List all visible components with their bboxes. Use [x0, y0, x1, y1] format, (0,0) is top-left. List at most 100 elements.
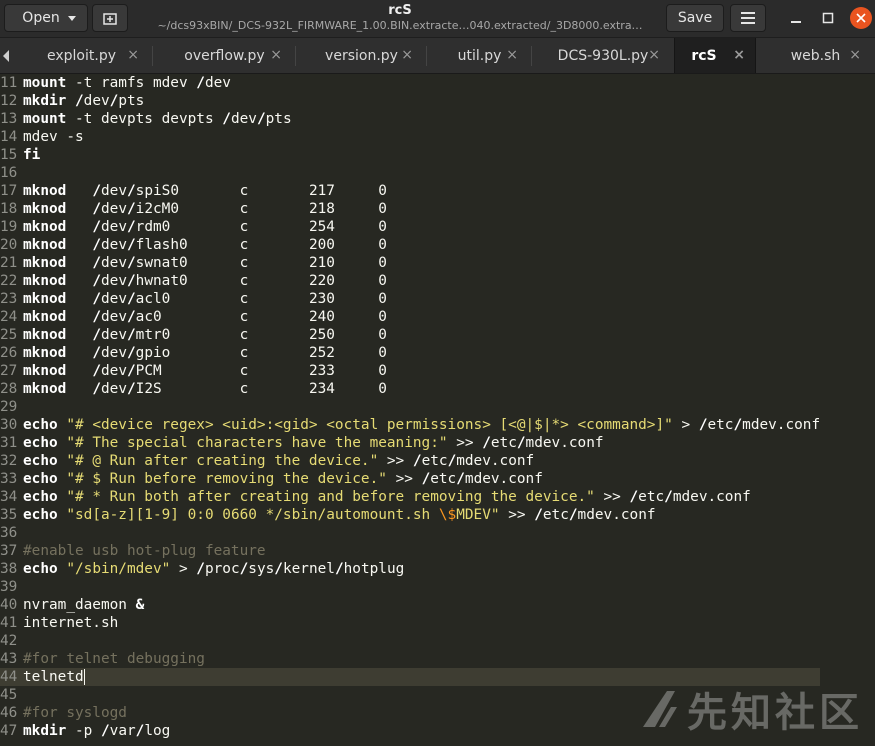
operator-token: /	[334, 561, 344, 577]
code-token: mdev.conf	[456, 453, 535, 469]
keyword-token: echo	[23, 561, 58, 577]
string-token: "# <device regex> <uid>:<gid> <octal per…	[66, 417, 673, 433]
code-line[interactable]: 47 mkdir -p /var/log	[0, 722, 820, 740]
code-line[interactable]: 41 internet.sh	[0, 614, 820, 632]
code-line[interactable]: 18 mknod /dev/i2cM0 c 218 0	[0, 200, 820, 218]
code-line[interactable]: 21 mknod /dev/swnat0 c 210 0	[0, 254, 820, 272]
code-line[interactable]: 39	[0, 578, 820, 596]
maximize-button[interactable]	[815, 6, 841, 30]
code-line[interactable]: 25 mknod /dev/mtr0 c 250 0	[0, 326, 820, 344]
code-token: >	[170, 561, 197, 577]
close-window-button[interactable]	[848, 6, 874, 30]
tab-close-icon[interactable]: ×	[849, 47, 861, 63]
code-line[interactable]: 43 #for telnet debugging	[0, 650, 820, 668]
new-tab-icon	[103, 13, 117, 25]
code-editor[interactable]: 11 mount -t ramfs mdev /dev 12 mkdir /dev/p…	[0, 74, 875, 746]
code-line[interactable]: 38 echo "/sbin/mdev" > /proc/sys/kernel/h…	[0, 560, 820, 578]
menu-button[interactable]	[730, 4, 766, 32]
line-number: 19	[0, 219, 18, 235]
keyword-token: fi	[23, 147, 41, 163]
open-button[interactable]: Open	[4, 4, 88, 32]
code-line[interactable]: 34 echo "# * Run both after creating and …	[0, 488, 820, 506]
tab-close-icon[interactable]: ×	[270, 47, 282, 63]
code-token: sys	[248, 561, 275, 577]
tab-close-icon[interactable]: ×	[733, 47, 745, 63]
code-line[interactable]: 19 mknod /dev/rdm0 c 254 0	[0, 218, 820, 236]
tab-web-sh[interactable]: web.sh ×	[756, 38, 875, 73]
line-number: 16	[0, 165, 18, 181]
file-path-subtitle: ~/dcs93xBIN/_DCS-932L_FIRMWARE_1.00.BIN.…	[157, 19, 643, 32]
tab-label: rcS	[691, 47, 717, 64]
code-line[interactable]: 26 mknod /dev/gpio c 252 0	[0, 344, 820, 362]
line-number: 47	[0, 723, 18, 739]
code-line[interactable]: 23 mknod /dev/acl0 c 230 0	[0, 290, 820, 308]
string-token: "# $ Run before removing the device."	[66, 471, 387, 487]
operator-token: /	[196, 561, 205, 577]
operator-token: /	[127, 219, 136, 235]
tab-dcs-930l-py[interactable]: DCS-930L.py ×	[532, 38, 674, 73]
code-line[interactable]: 42	[0, 632, 820, 650]
tab-overflow-py[interactable]: overflow.py ×	[153, 38, 296, 73]
line-number: 13	[0, 111, 18, 127]
code-line[interactable]: 35 echo "sd[a-z][1-9] 0:0 0660 */sbin/aut…	[0, 506, 820, 524]
line-number: 23	[0, 291, 18, 307]
code-line[interactable]: 37 #enable usb hot-plug feature	[0, 542, 820, 560]
code-token: rdm0 c 254 0	[135, 219, 387, 235]
tab-close-icon[interactable]: ×	[127, 47, 139, 63]
operator-token: /	[100, 723, 110, 739]
code-line[interactable]: 17 mknod /dev/spiS0 c 217 0	[0, 182, 820, 200]
code-line[interactable]: 11 mount -t ramfs mdev /dev	[0, 74, 820, 92]
code-line[interactable]: 46 #for syslogd	[0, 704, 820, 722]
operator-token: /	[92, 345, 101, 361]
code-token: dev	[101, 183, 127, 199]
tab-label: web.sh	[790, 47, 841, 64]
minimize-button[interactable]	[783, 6, 809, 30]
code-line[interactable]: 32 echo "# @ Run after creating the devic…	[0, 452, 820, 470]
keyword-token: mkdir	[23, 723, 67, 739]
code-line[interactable]: 31 echo "# The special characters have th…	[0, 434, 820, 452]
tab-version-py[interactable]: version.py ×	[296, 38, 427, 73]
code-line[interactable]: 40 nvram_daemon &	[0, 596, 820, 614]
code-line[interactable]: 36	[0, 524, 820, 542]
code-line[interactable]: 27 mknod /dev/PCM c 233 0	[0, 362, 820, 380]
keyword-token: mknod	[23, 219, 67, 235]
code-token: dev	[101, 273, 127, 289]
operator-token: /	[239, 561, 249, 577]
operator-token: /	[127, 291, 136, 307]
code-lines[interactable]: 11 mount -t ramfs mdev /dev 12 mkdir /dev/p…	[0, 74, 821, 740]
string-token: "sd[a-z][1-9] 0:0 0660 */sbin/automount.…	[66, 507, 439, 523]
line-number: 39	[0, 579, 18, 595]
code-line[interactable]: 29	[0, 398, 820, 416]
tab-close-icon[interactable]: ×	[506, 47, 518, 63]
save-button[interactable]: Save	[666, 4, 724, 32]
close-button-circle	[850, 7, 872, 29]
tab-util-py[interactable]: util.py ×	[427, 38, 532, 73]
window-title: rcS	[388, 3, 412, 18]
code-line[interactable]: 22 mknod /dev/hwnat0 c 220 0	[0, 272, 820, 290]
scroll-left-arrow-icon[interactable]	[3, 50, 9, 62]
string-token: "# @ Run after creating the device."	[66, 453, 379, 469]
code-line[interactable]: 15 fi	[0, 146, 820, 164]
tab-close-icon[interactable]: ×	[401, 47, 413, 63]
code-line[interactable]: 13 mount -t devpts devpts /dev/pts	[0, 110, 820, 128]
chevron-down-icon	[68, 16, 76, 21]
tab-exploit-py[interactable]: exploit.py ×	[10, 38, 153, 73]
code-line-current[interactable]: 44 telnetd	[0, 668, 821, 686]
tab-close-icon[interactable]: ×	[648, 47, 660, 63]
code-line[interactable]: 28 mknod /dev/I2S c 234 0	[0, 380, 820, 398]
code-line[interactable]: 14 mdev -s	[0, 128, 820, 146]
new-tab-button[interactable]	[92, 4, 128, 32]
code-line[interactable]: 33 echo "# $ Run before removing the devi…	[0, 470, 820, 488]
code-line[interactable]: 24 mknod /dev/ac0 c 240 0	[0, 308, 820, 326]
code-line[interactable]: 45	[0, 686, 820, 704]
tab-rcs[interactable]: rcS ×	[674, 38, 756, 73]
line-number: 32	[0, 453, 18, 469]
code-line[interactable]: 30 echo "# <device regex> <uid>:<gid> <oc…	[0, 416, 820, 434]
code-token: dev	[101, 291, 127, 307]
code-line[interactable]: 16	[0, 164, 820, 182]
code-line[interactable]: 12 mkdir /dev/pts	[0, 92, 820, 110]
code-line[interactable]: 20 mknod /dev/flash0 c 200 0	[0, 236, 820, 254]
minimize-icon	[791, 21, 801, 23]
